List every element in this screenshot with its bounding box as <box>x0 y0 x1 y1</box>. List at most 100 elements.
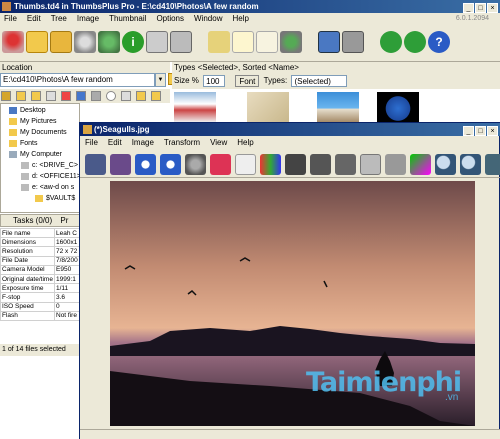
tree-tool-9-icon[interactable] <box>121 91 131 101</box>
help-icon[interactable]: ? <box>428 31 450 53</box>
tree-tool-11-icon[interactable] <box>151 91 161 101</box>
minimize-icon[interactable]: _ <box>463 126 474 136</box>
viewer-toolbar <box>80 150 500 178</box>
tab-properties-label[interactable]: Pr <box>54 216 68 225</box>
color-icon[interactable] <box>260 154 281 175</box>
viewer-menu-help[interactable]: Help <box>237 138 253 147</box>
tree-item-fonts[interactable]: Fonts <box>9 139 38 149</box>
tools-icon[interactable] <box>2 31 24 53</box>
types-select[interactable]: (Selected) <box>291 74 348 87</box>
tree-item-desktop[interactable]: Desktop <box>9 106 46 116</box>
tree-item-my-pictures[interactable]: My Pictures <box>9 117 57 127</box>
stamp-icon[interactable] <box>210 154 231 175</box>
zoom-out-icon[interactable] <box>460 154 481 175</box>
close-icon[interactable]: × <box>487 3 498 13</box>
tree-tool-5-icon[interactable] <box>61 91 71 101</box>
close-icon[interactable]: × <box>487 126 498 136</box>
tree-tool-3-icon[interactable] <box>31 91 41 101</box>
font-button[interactable]: Font <box>235 74 260 87</box>
table-row: Resolution 72 x 72 <box>0 246 80 257</box>
rotate-left-icon[interactable] <box>135 154 156 175</box>
filter-3-icon[interactable] <box>335 154 356 175</box>
menu-image[interactable]: Image <box>77 14 99 23</box>
viewer-menu-file[interactable]: File <box>85 138 98 147</box>
filter-1-icon[interactable] <box>285 154 306 175</box>
scan-icon[interactable] <box>74 31 96 53</box>
open-folder-icon[interactable] <box>26 31 48 53</box>
menu-options[interactable]: Options <box>156 14 184 23</box>
property-value: 7/8/200 <box>54 255 80 266</box>
rotate-right-icon[interactable] <box>160 154 181 175</box>
menu-thumbnail[interactable]: Thumbnail <box>109 14 146 23</box>
tree-item-drive-c[interactable]: c: <DRIVE_C> <box>21 161 78 171</box>
thumbnail-image[interactable] <box>247 92 289 122</box>
filter-5-icon[interactable] <box>385 154 406 175</box>
camera-icon[interactable] <box>98 31 120 53</box>
tree-tool-1-icon[interactable] <box>1 91 11 101</box>
paste-icon[interactable] <box>256 31 278 53</box>
info-icon[interactable]: i <box>122 31 144 53</box>
tree-tool-10-icon[interactable] <box>136 91 146 101</box>
computer-icon <box>9 150 17 158</box>
save-icon[interactable] <box>85 154 106 175</box>
slideshow-icon[interactable] <box>318 31 340 53</box>
property-key: ISO Speed <box>0 301 55 312</box>
adjust-icon[interactable] <box>235 154 256 175</box>
filter-2-icon[interactable] <box>310 154 331 175</box>
tree-tool-7-icon[interactable] <box>91 91 101 101</box>
drive-icon <box>21 183 29 191</box>
crop-icon[interactable] <box>185 154 206 175</box>
menu-file[interactable]: File <box>4 14 17 23</box>
menu-help[interactable]: Help <box>232 14 248 23</box>
back-icon[interactable] <box>380 31 402 53</box>
view-icon[interactable] <box>342 31 364 53</box>
location-input[interactable]: E:\cd410\Photos\A few random <box>0 73 155 87</box>
edit-icon[interactable] <box>208 31 230 53</box>
menu-window[interactable]: Window <box>194 14 222 23</box>
find-icon[interactable] <box>280 31 302 53</box>
viewer-menu-edit[interactable]: Edit <box>108 138 122 147</box>
filter-6-icon[interactable] <box>410 154 431 175</box>
copy-icon[interactable] <box>232 31 254 53</box>
viewer-title-bar[interactable]: (*)Seagulls.jpg _ □ × <box>80 123 500 136</box>
thumbnail-image[interactable] <box>174 92 216 122</box>
viewer-menu-transform[interactable]: Transform <box>164 138 200 147</box>
viewer-menu-image[interactable]: Image <box>132 138 154 147</box>
tree-item-my-computer[interactable]: My Computer <box>9 150 62 160</box>
thumbnail-image[interactable] <box>317 92 359 122</box>
filter-4-icon[interactable] <box>360 154 381 175</box>
tree-tool-2-icon[interactable] <box>16 91 26 101</box>
main-window-controls: _ □ × <box>462 1 498 13</box>
maximize-icon[interactable]: □ <box>475 126 486 136</box>
table-row: Dimensions 1600x1 <box>0 237 80 248</box>
table-row: Flash Not fire <box>0 310 80 321</box>
tree-tool-4-icon[interactable] <box>46 91 56 101</box>
minimize-icon[interactable]: _ <box>463 3 474 13</box>
save-as-icon[interactable] <box>110 154 131 175</box>
forward-icon[interactable] <box>404 31 426 53</box>
thumbnail-image[interactable] <box>377 92 419 122</box>
zoom-in-icon[interactable] <box>435 154 456 175</box>
tree-item-my-documents[interactable]: My Documents <box>9 128 67 138</box>
fit-icon[interactable] <box>485 154 500 175</box>
main-window-title-bar[interactable]: Thumbs.td4 in ThumbsPlus Pro - E:\cd410\… <box>0 0 500 13</box>
folder-star-icon[interactable] <box>50 31 72 53</box>
viewer-menu-view[interactable]: View <box>210 138 227 147</box>
send-icon[interactable] <box>170 31 192 53</box>
maximize-icon[interactable]: □ <box>475 3 486 13</box>
tree-item-vault[interactable]: $VAULT$ <box>35 194 75 204</box>
menu-edit[interactable]: Edit <box>27 14 41 23</box>
property-key: File name <box>0 227 55 239</box>
tree-item-drive-d[interactable]: d: <OFFICE11> <box>21 172 81 182</box>
menu-tree[interactable]: Tree <box>51 14 67 23</box>
tree-item-drive-e[interactable]: e: <aw-d on s <box>21 183 74 193</box>
chevron-down-icon[interactable]: ▼ <box>155 73 166 87</box>
folder-tree: Desktop My Pictures My Documents Fonts M… <box>0 103 81 213</box>
tree-tool-8-icon[interactable] <box>106 91 116 101</box>
tab-tasks[interactable]: Tasks (0/0) Pr <box>0 214 80 227</box>
printer-icon[interactable] <box>146 31 168 53</box>
property-key: F-stop <box>0 292 55 303</box>
tree-tool-6-icon[interactable] <box>76 91 86 101</box>
main-menu-bar: File Edit Tree Image Thumbnail Options Window H… <box>0 13 500 24</box>
size-input[interactable]: 100 <box>203 74 226 87</box>
